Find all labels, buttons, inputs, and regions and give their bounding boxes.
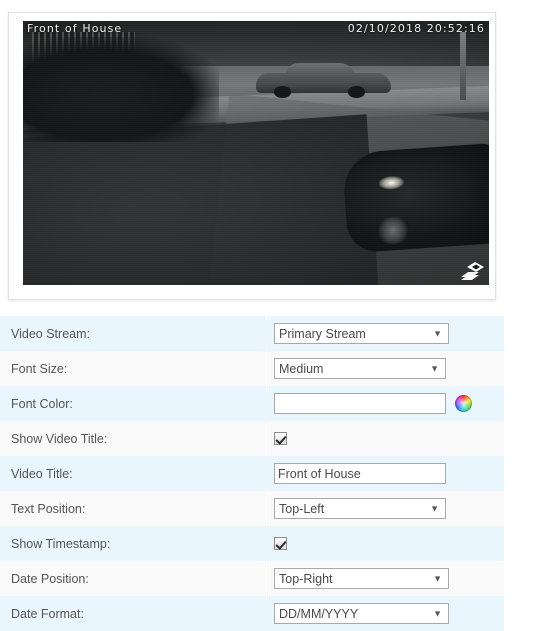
label-show-video-title: Show Video Title:	[0, 421, 267, 456]
color-wheel-icon[interactable]	[455, 394, 473, 412]
table-row: Show Timestamp:	[0, 526, 504, 561]
scene-parked-sedan	[256, 63, 392, 98]
video-preview-panel: Front of House 02/10/2018 20:52:16	[8, 12, 496, 300]
table-row: Video Title:	[0, 456, 504, 491]
table-row: Font Color:	[0, 386, 504, 421]
font-color-input[interactable]	[274, 393, 446, 414]
label-show-timestamp: Show Timestamp:	[0, 526, 267, 561]
resize-handle-icon[interactable]	[459, 260, 485, 282]
label-video-stream: Video Stream:	[0, 316, 267, 351]
text-position-select[interactable]: Top-Left	[274, 498, 446, 519]
date-position-select[interactable]: Top-Right	[274, 568, 449, 589]
video-stream-view[interactable]: Front of House 02/10/2018 20:52:16	[23, 21, 489, 285]
timestamp-overlay: 02/10/2018 20:52:16	[347, 22, 485, 35]
osd-settings-table: Video Stream: Primary Stream ▼ Font Size…	[0, 316, 504, 631]
label-font-size: Font Size:	[0, 351, 267, 386]
video-title-overlay: Front of House	[27, 22, 123, 35]
video-title-input[interactable]	[274, 463, 446, 484]
label-font-color: Font Color:	[0, 386, 267, 421]
label-video-title: Video Title:	[0, 456, 267, 491]
video-stream-select[interactable]: Primary Stream	[274, 323, 449, 344]
table-row: Font Size: Medium ▼	[0, 351, 504, 386]
table-row: Show Video Title:	[0, 421, 504, 456]
table-row: Date Position: Top-Right ▼	[0, 561, 504, 596]
font-size-select[interactable]: Medium	[274, 358, 446, 379]
date-format-select[interactable]: DD/MM/YYYY	[274, 603, 449, 624]
scene-utility-pole	[460, 31, 466, 101]
show-video-title-checkbox[interactable]	[274, 431, 287, 445]
camera-scene	[23, 21, 489, 285]
table-row: Video Stream: Primary Stream ▼	[0, 316, 504, 351]
show-timestamp-checkbox[interactable]	[274, 536, 287, 550]
scene-bush	[23, 36, 219, 143]
table-row: Text Position: Top-Left ▼	[0, 491, 504, 526]
scene-foreground-car	[341, 142, 489, 254]
label-date-position: Date Position:	[0, 561, 267, 596]
label-text-position: Text Position:	[0, 491, 267, 526]
